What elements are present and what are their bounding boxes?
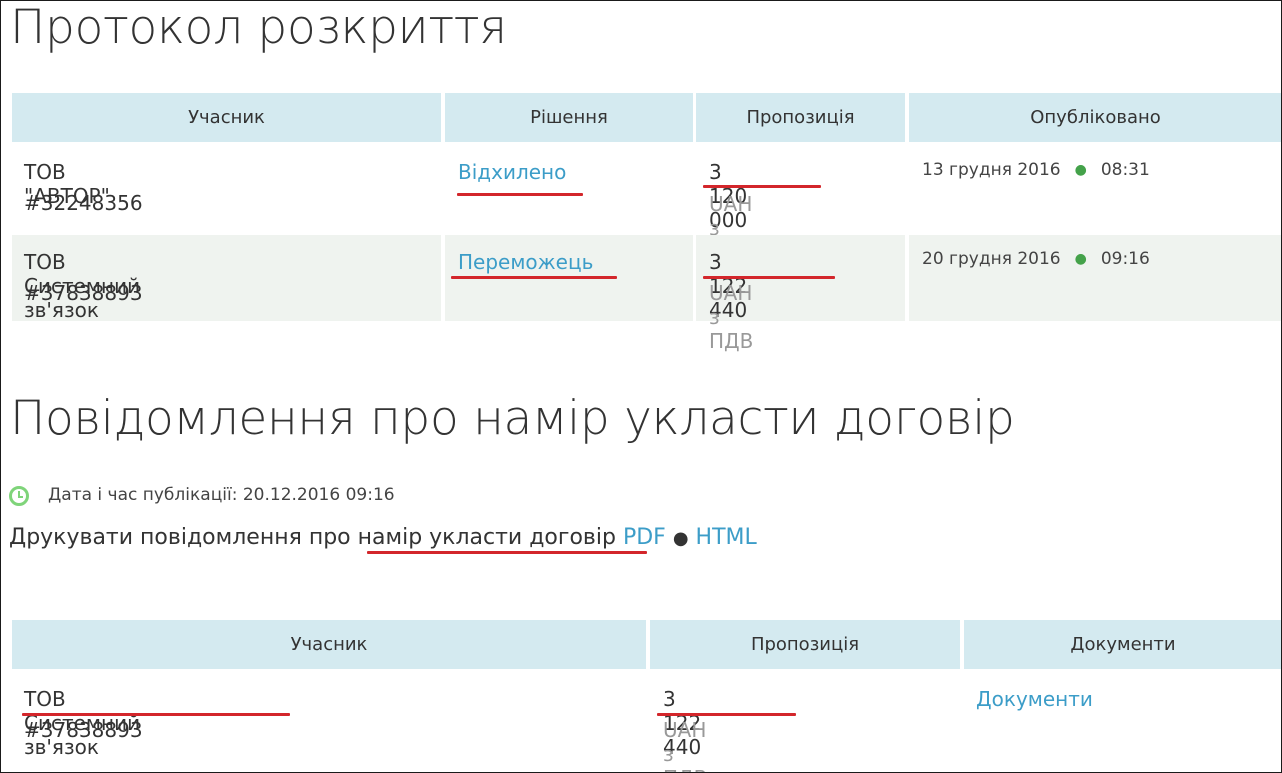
pdf-link[interactable]: PDF bbox=[623, 525, 666, 550]
offer-currency: UAH з ПДВ bbox=[663, 718, 707, 773]
annotation-underline bbox=[367, 551, 647, 554]
column-header-decision: Рішення bbox=[445, 93, 693, 142]
html-link[interactable]: HTML bbox=[696, 525, 757, 550]
separator-dot: ● bbox=[672, 528, 689, 549]
annotation-underline bbox=[451, 276, 617, 279]
print-notice-line: Друкувати повідомлення про намір укласти… bbox=[9, 525, 757, 550]
published-datetime: 20 грудня 2016 ● 09:16 bbox=[922, 249, 1150, 269]
bullet-dot-icon: ● bbox=[1074, 162, 1087, 178]
column-header-documents: Документи bbox=[964, 620, 1282, 669]
annotation-underline bbox=[703, 185, 821, 188]
annotation-underline bbox=[457, 193, 583, 196]
print-prefix: Друкувати повідомлення про bbox=[9, 525, 351, 550]
documents-link[interactable]: Документи bbox=[976, 687, 1093, 711]
published-date-label: Дата і час публікації: 20.12.2016 09:16 bbox=[48, 485, 395, 505]
notice-title: Повідомлення про намір укласти договір bbox=[10, 391, 1015, 446]
column-header-participant: Учасник bbox=[12, 620, 646, 669]
annotation-underline bbox=[703, 276, 835, 279]
bullet-dot-icon: ● bbox=[1074, 251, 1087, 267]
column-header-participant: Учасник bbox=[12, 93, 441, 142]
published-time: 08:31 bbox=[1100, 160, 1150, 180]
published-date: 20 грудня 2016 bbox=[922, 249, 1061, 269]
participant-code: #37838893 bbox=[24, 718, 143, 742]
table-row-cell bbox=[909, 235, 1282, 321]
clock-icon bbox=[9, 486, 29, 506]
annotation-underline bbox=[22, 713, 290, 716]
published-time: 09:16 bbox=[1100, 249, 1150, 269]
participant-code: #37838893 bbox=[24, 281, 143, 305]
decision-link-rejected[interactable]: Відхилено bbox=[458, 160, 566, 184]
published-date: 13 грудня 2016 bbox=[922, 160, 1061, 180]
published-datetime: 13 грудня 2016 ● 08:31 bbox=[922, 160, 1150, 180]
column-header-published: Опубліковано bbox=[909, 93, 1282, 142]
column-header-offer: Пропозиція bbox=[696, 93, 905, 142]
decision-link-winner[interactable]: Переможець bbox=[458, 250, 593, 274]
print-subject: намір укласти договір bbox=[357, 525, 616, 550]
disclosure-title: Протокол розкриття bbox=[10, 0, 507, 55]
table-row bbox=[12, 142, 1282, 234]
participant-code: #32248356 bbox=[24, 191, 143, 215]
column-header-offer: Пропозиція bbox=[650, 620, 960, 669]
annotation-underline bbox=[657, 713, 796, 716]
offer-currency: UAH з ПДВ bbox=[709, 281, 754, 353]
